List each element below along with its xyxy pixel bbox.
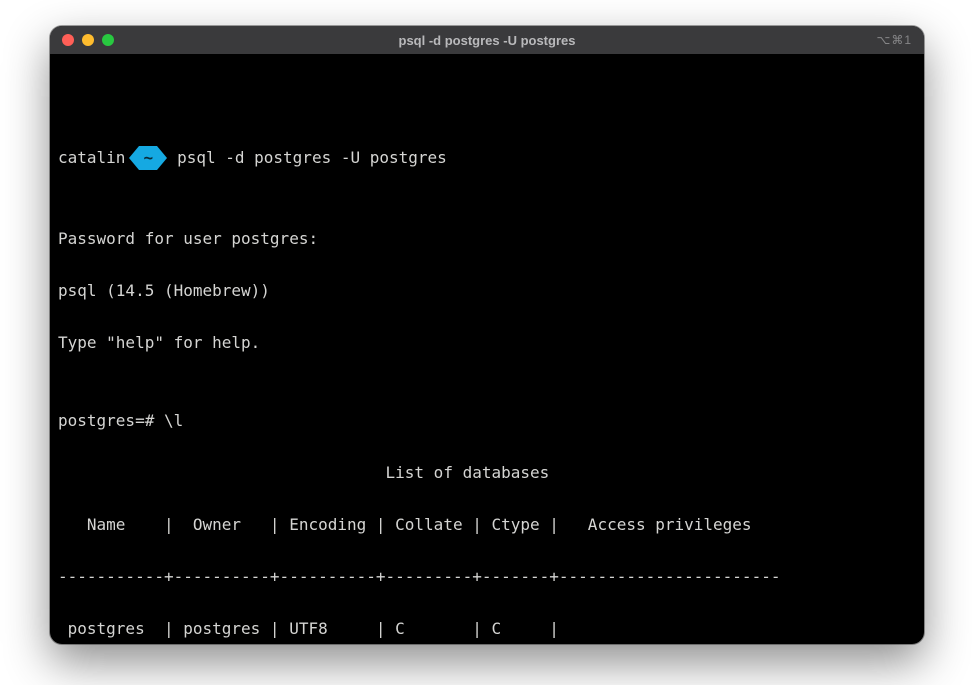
prompt-dir-badge: ~ xyxy=(129,146,167,170)
table-title: List of databases xyxy=(58,460,916,486)
prompt-dir-symbol: ~ xyxy=(139,146,157,170)
close-icon[interactable] xyxy=(62,34,74,46)
output-help-line: Type "help" for help. xyxy=(58,330,916,356)
output-password-line: Password for user postgres: xyxy=(58,226,916,252)
chevron-right-icon xyxy=(157,146,167,170)
output-version-line: psql (14.5 (Homebrew)) xyxy=(58,278,916,304)
zoom-icon[interactable] xyxy=(102,34,114,46)
terminal-body[interactable]: catalin ~ psql -d postgres -U postgres P… xyxy=(50,54,924,644)
table-row: postgres | postgres | UTF8 | C | C | xyxy=(58,616,916,642)
psql-command-line: postgres=# \l xyxy=(58,408,916,434)
table-divider: -----------+----------+----------+------… xyxy=(58,564,916,590)
window-title: psql -d postgres -U postgres xyxy=(50,33,924,48)
traffic-lights xyxy=(62,34,114,46)
shell-prompt-line: catalin ~ psql -d postgres -U postgres xyxy=(58,144,916,172)
terminal-window: psql -d postgres -U postgres ⌥⌘1 catalin… xyxy=(50,26,924,644)
minimize-icon[interactable] xyxy=(82,34,94,46)
table-header: Name | Owner | Encoding | Collate | Ctyp… xyxy=(58,512,916,538)
window-shortcut: ⌥⌘1 xyxy=(876,33,912,47)
title-bar: psql -d postgres -U postgres ⌥⌘1 xyxy=(50,26,924,54)
shell-command: psql -d postgres -U postgres xyxy=(167,144,447,172)
prompt-user: catalin xyxy=(58,144,129,172)
chevron-left-icon xyxy=(129,146,139,170)
